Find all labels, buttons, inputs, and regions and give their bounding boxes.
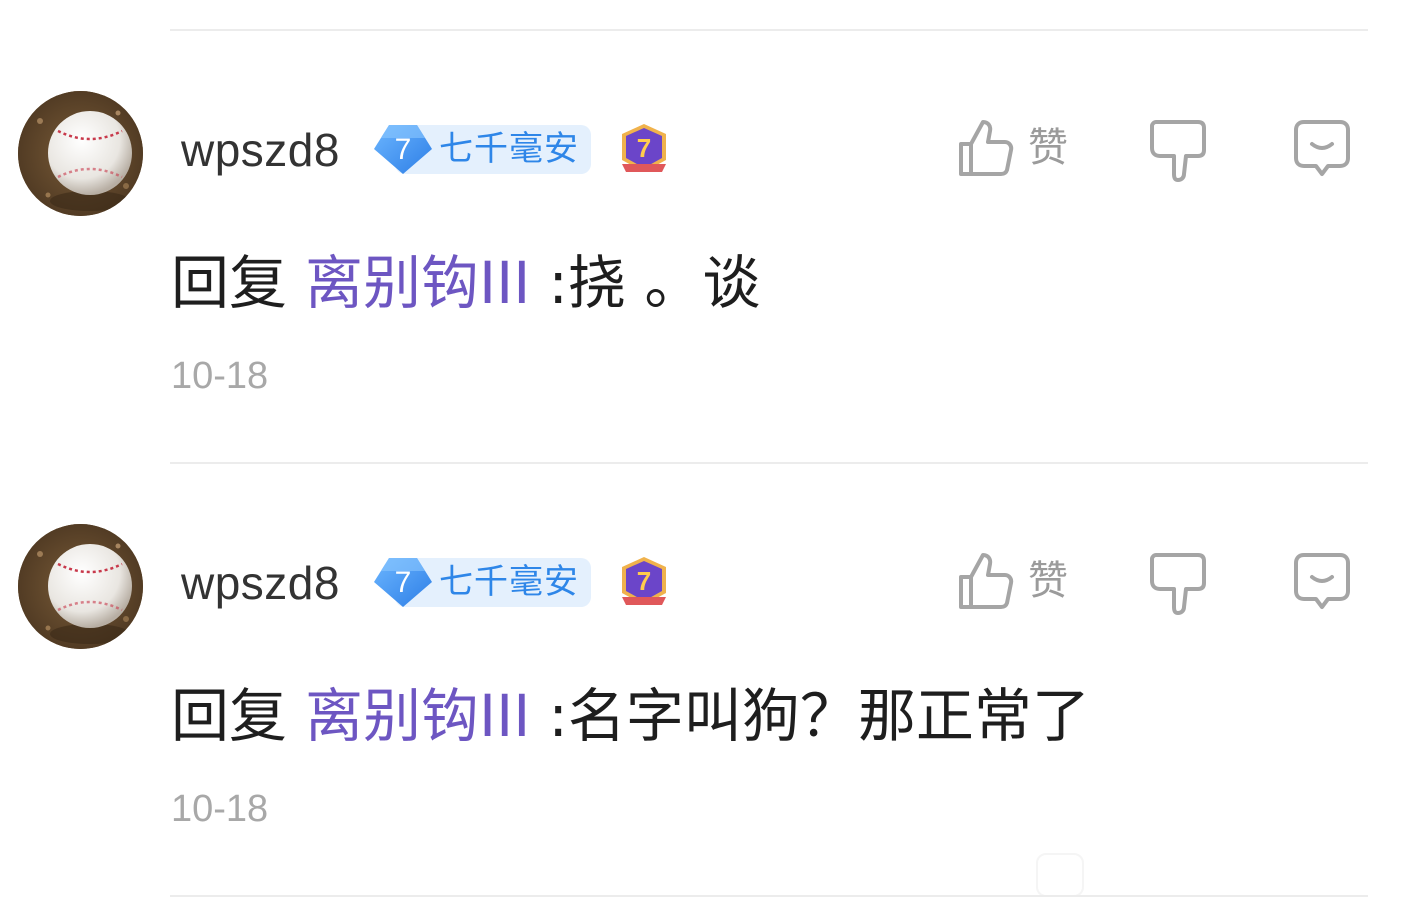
comment-date: 10-18 [171,788,269,830]
avatar[interactable] [18,91,143,216]
comment-content: :挠 。谈 [548,249,761,317]
reply-prefix: 回复 [171,249,288,317]
watermark-icon [1036,853,1084,897]
mention-link[interactable]: 离别钩III [305,682,530,750]
level-number: 7 [394,133,412,166]
like-label: 赞 [1028,125,1068,171]
comment-text: 回复 离别钩III :名字叫狗？那正常了 [171,681,1090,751]
thumbs-up-icon [959,553,1014,609]
comment-item: wpszd8 7 七千毫安 7 赞 [0,0,1403,433]
comment-content: :名字叫狗？那正常了 [548,682,1090,750]
like-label: 赞 [1028,558,1068,604]
medal-icon[interactable]: 7 [618,555,670,611]
reply-prefix: 回复 [171,682,288,750]
username[interactable]: wpszd8 [181,122,340,178]
baseball-avatar-image [18,524,143,649]
level-badge[interactable]: 7 七千毫安 [373,124,591,175]
thumbs-down-icon [1150,553,1206,615]
like-button[interactable]: 赞 [955,116,1085,180]
chat-bubble-icon [1294,553,1350,609]
dislike-button[interactable] [1146,549,1210,615]
dislike-button[interactable] [1146,116,1210,182]
username[interactable]: wpszd8 [181,555,340,611]
comment-date: 10-18 [171,355,269,397]
mention-link[interactable]: 离别钩III [305,249,530,317]
thumbs-up-icon [959,120,1014,176]
medal-number: 7 [637,566,651,596]
level-number: 7 [394,566,412,599]
avatar[interactable] [18,524,143,649]
thumbs-down-icon [1150,120,1206,182]
level-title: 七千毫安 [439,562,579,602]
comment-text: 回复 离别钩III :挠 。谈 [171,248,760,318]
bottom-divider [170,895,1368,897]
like-button[interactable]: 赞 [955,549,1085,613]
medal-number: 7 [637,133,651,163]
medal-icon[interactable]: 7 [618,122,670,178]
chat-bubble-icon [1294,120,1350,176]
reply-button[interactable] [1290,116,1354,180]
comment-item: wpszd8 7 七千毫安 7 赞 [0,433,1403,866]
reply-button[interactable] [1290,549,1354,613]
baseball-avatar-image [18,91,143,216]
level-badge[interactable]: 7 七千毫安 [373,557,591,608]
level-title: 七千毫安 [439,129,579,169]
